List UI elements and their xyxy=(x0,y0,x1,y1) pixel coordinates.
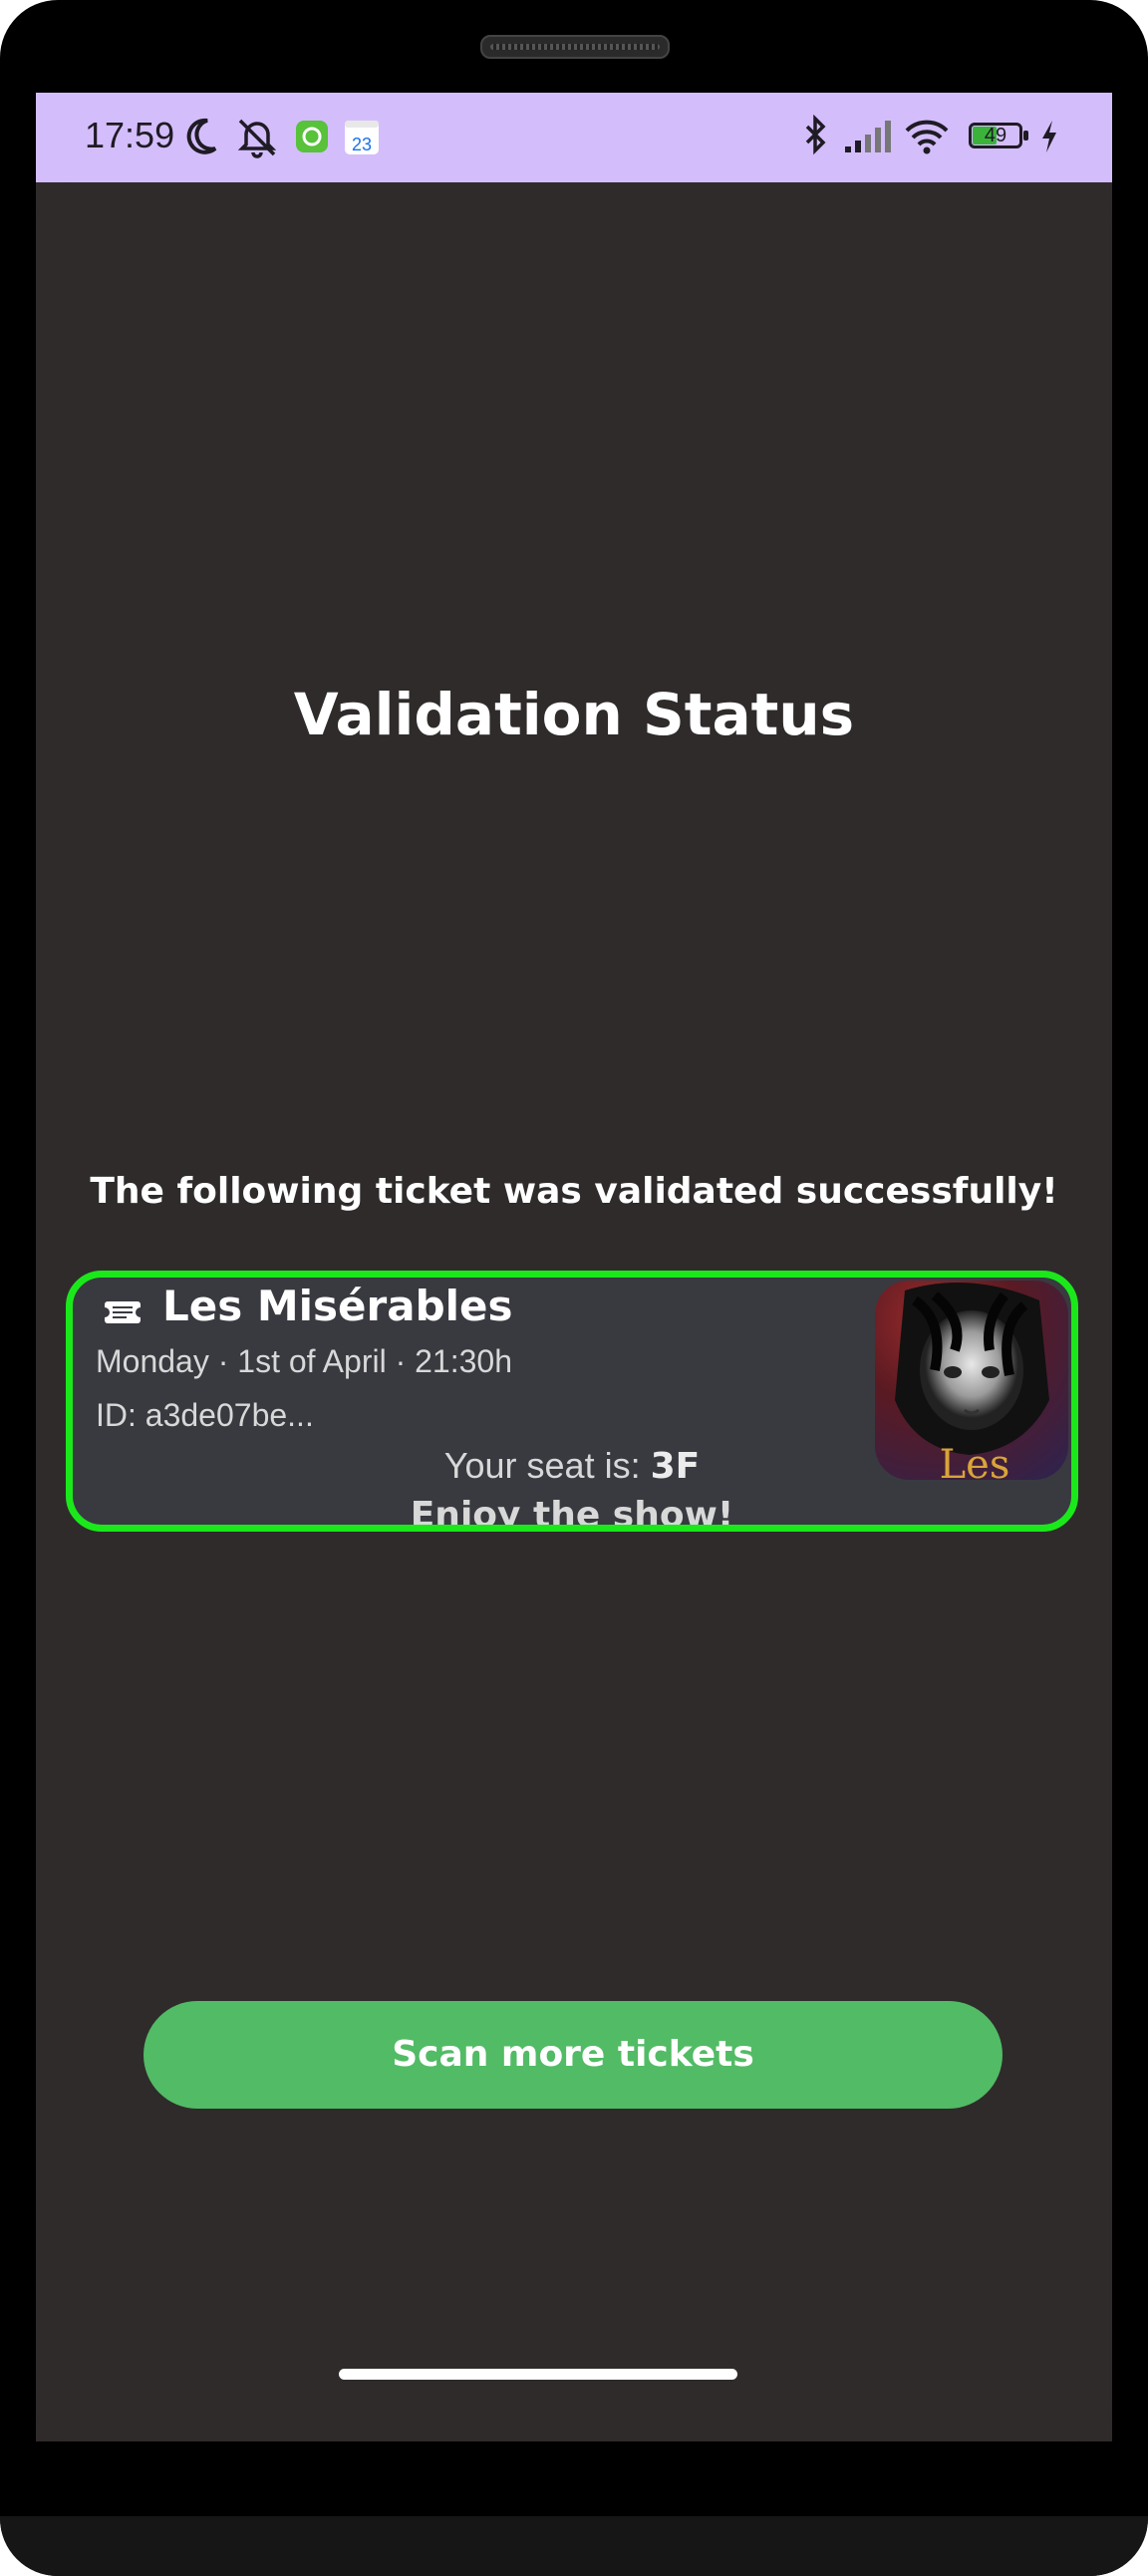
enjoy-message: Enjoy the show! xyxy=(410,1495,734,1532)
moon-icon xyxy=(186,118,217,154)
svg-text:23: 23 xyxy=(352,135,372,154)
signal-icon xyxy=(845,121,891,152)
validation-message: The following ticket was validated succe… xyxy=(90,1171,1058,1212)
app-badge-icon xyxy=(296,121,328,152)
device-bottom-bezel xyxy=(0,2516,1148,2576)
scan-more-tickets-button[interactable]: Scan more tickets xyxy=(144,2001,1003,2109)
app-content: Validation Status The following ticket w… xyxy=(36,182,1112,2441)
charging-icon xyxy=(1042,121,1056,152)
ticket-icon xyxy=(103,1301,144,1323)
show-date: Monday · 1st of April · 21:30h xyxy=(96,1343,512,1379)
screen: 17:59 23 49 Validation Status The follow… xyxy=(36,93,1112,2441)
notifications-off-icon xyxy=(237,119,277,158)
show-name: Les Misérables xyxy=(162,1282,513,1330)
bluetooth-icon xyxy=(805,115,826,155)
show-poster-image: Les xyxy=(875,1281,1068,1480)
svg-text:Les: Les xyxy=(940,1442,1010,1480)
status-bar: 17:59 23 49 xyxy=(36,93,1112,182)
status-time: 17:59 xyxy=(85,115,175,155)
battery-level: 49 xyxy=(984,125,1007,146)
ticket-id: ID: a3de07be... xyxy=(96,1397,314,1433)
earpiece-speaker xyxy=(480,35,670,59)
home-indicator[interactable] xyxy=(339,2369,737,2380)
ticket-card[interactable]: Les Misérables Monday · 1st of April · 2… xyxy=(66,1271,1078,1532)
calendar-icon: 23 xyxy=(345,121,379,154)
seat-label: Your seat is: xyxy=(443,1445,651,1486)
page-title: Validation Status xyxy=(293,681,855,748)
phone-frame: 17:59 23 49 Validation Status The follow… xyxy=(0,0,1148,2576)
seat-number: 3F xyxy=(650,1446,701,1487)
wifi-icon xyxy=(905,120,949,154)
battery-icon: 49 xyxy=(969,123,1030,150)
